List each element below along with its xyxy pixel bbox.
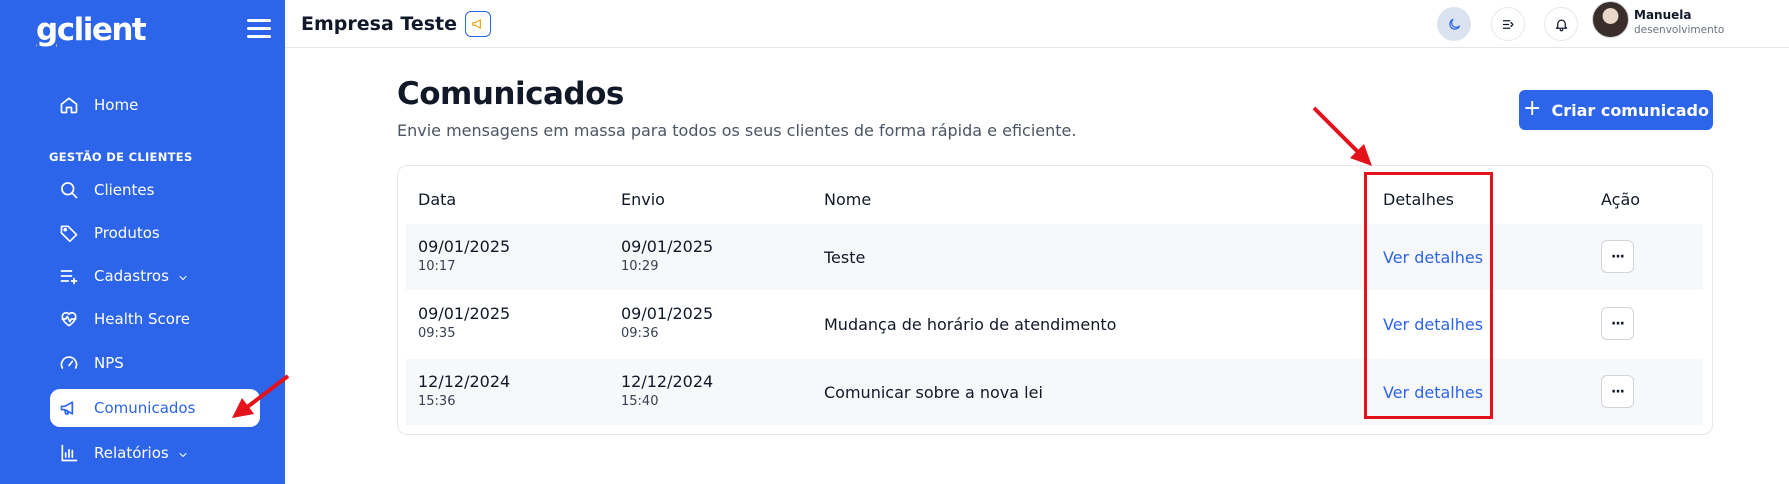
user-name: Manuela: [1634, 8, 1692, 22]
table-row: 12/12/2024 15:36 12/12/2024 15:40 Comuni…: [406, 359, 1703, 425]
home-icon: [58, 94, 80, 116]
view-details-link[interactable]: Ver detalhes: [1383, 315, 1483, 334]
date-cell: 09/01/2025 10:17: [418, 237, 511, 274]
gauge-icon: [58, 352, 80, 374]
date-cell: 12/12/2024 15:36: [418, 372, 511, 409]
megaphone-icon[interactable]: [464, 11, 491, 37]
menu-toggle-icon[interactable]: [247, 19, 271, 39]
more-actions-button[interactable]: ···: [1601, 307, 1634, 340]
sidebar-item-label: Clientes: [94, 181, 155, 199]
column-header-envio[interactable]: Envio: [621, 190, 665, 209]
logo[interactable]: gclient: [36, 12, 147, 48]
view-details-link[interactable]: Ver detalhes: [1383, 248, 1483, 267]
table-row: 09/01/2025 10:17 09/01/2025 10:29 Teste …: [406, 224, 1703, 290]
sidebar-item-label: Cadastros: [94, 267, 169, 285]
name-cell: Teste: [824, 248, 866, 267]
send-date-cell: 09/01/2025 10:29: [621, 237, 714, 274]
sidebar-item-label: Home: [94, 96, 139, 114]
annotation-arrow-icon: [1312, 106, 1372, 166]
plus-icon: +: [1523, 95, 1542, 121]
view-details-link[interactable]: Ver detalhes: [1383, 383, 1483, 402]
name-cell: Comunicar sobre a nova lei: [824, 383, 1043, 402]
notifications-button[interactable]: [1544, 7, 1578, 41]
column-header-acao: Ação: [1601, 190, 1641, 209]
changelog-button[interactable]: [1491, 7, 1525, 41]
company-name: Empresa Teste: [301, 13, 457, 35]
sidebar-item-clientes[interactable]: Clientes: [50, 171, 260, 209]
table-row: 09/01/2025 09:35 09/01/2025 09:36 Mudanç…: [406, 291, 1703, 357]
sidebar-item-label: NPS: [94, 354, 124, 372]
sidebar-item-produtos[interactable]: Produtos: [50, 214, 260, 252]
sidebar-item-label: Health Score: [94, 310, 191, 328]
tag-icon: [58, 222, 80, 244]
sidebar-item-label: Produtos: [94, 224, 160, 242]
megaphone-icon: [58, 397, 80, 419]
create-announcement-button[interactable]: + Criar comunicado: [1519, 90, 1713, 130]
bar-chart-icon: [58, 442, 80, 464]
more-actions-button[interactable]: ···: [1601, 375, 1634, 408]
heart-pulse-icon: [58, 308, 80, 330]
name-cell: Mudança de horário de atendimento: [824, 315, 1117, 334]
column-header-detalhes[interactable]: Detalhes: [1383, 190, 1454, 209]
avatar[interactable]: [1592, 1, 1629, 38]
sidebar: gclient Home GESTÃO DE CLIENTES Clientes…: [0, 0, 285, 484]
column-header-data[interactable]: Data: [418, 190, 456, 209]
company-selector[interactable]: Empresa Teste: [301, 11, 491, 37]
more-actions-button[interactable]: ···: [1601, 240, 1634, 273]
top-bar: Empresa Teste Manuela desenvolvimento: [285, 0, 1789, 48]
sidebar-item-comunicados[interactable]: Comunicados: [50, 389, 260, 427]
send-date-cell: 09/01/2025 09:36: [621, 304, 714, 341]
page-title: Comunicados: [397, 76, 624, 112]
list-arrow-icon: [1502, 19, 1513, 29]
sidebar-item-nps[interactable]: NPS: [50, 344, 260, 382]
date-cell: 09/01/2025 09:35: [418, 304, 511, 341]
chevron-down-icon: [177, 270, 189, 282]
search-icon: [58, 179, 80, 201]
sidebar-item-label: Relatórios: [94, 444, 169, 462]
moon-icon: [1448, 18, 1460, 30]
theme-toggle-button[interactable]: [1437, 7, 1471, 41]
user-role: desenvolvimento: [1634, 24, 1725, 36]
page-subtitle: Envie mensagens em massa para todos os s…: [397, 121, 1077, 140]
sidebar-item-cadastros[interactable]: Cadastros: [50, 257, 260, 295]
send-date-cell: 12/12/2024 15:40: [621, 372, 714, 409]
column-header-nome[interactable]: Nome: [824, 190, 871, 209]
sidebar-item-relatorios[interactable]: Relatórios: [50, 434, 260, 472]
bell-icon: [1555, 19, 1567, 31]
sidebar-item-label: Comunicados: [94, 399, 196, 417]
sidebar-item-health-score[interactable]: Health Score: [50, 300, 260, 338]
sidebar-item-home[interactable]: Home: [50, 86, 260, 124]
list-plus-icon: [58, 265, 80, 287]
section-title: GESTÃO DE CLIENTES: [49, 150, 193, 164]
chevron-down-icon: [177, 447, 189, 459]
